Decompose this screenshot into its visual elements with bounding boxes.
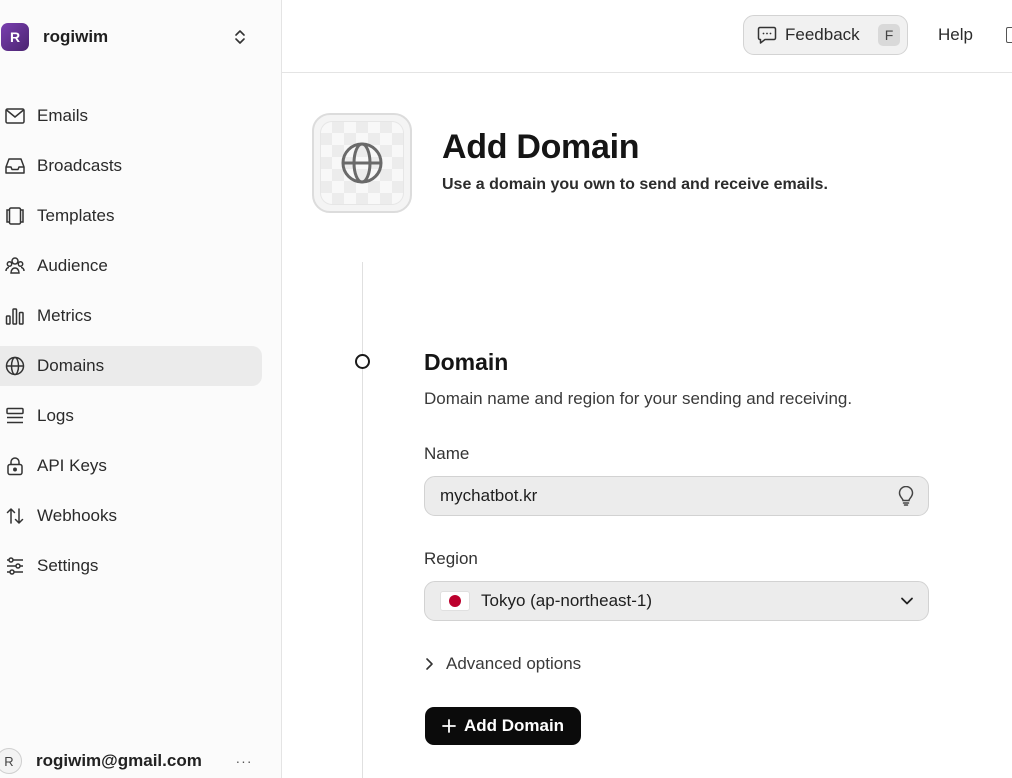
sidebar-item-label: API Keys bbox=[37, 456, 107, 475]
help-link[interactable]: Help bbox=[938, 25, 973, 45]
inbox-icon bbox=[4, 155, 26, 177]
team-avatar: R bbox=[1, 23, 29, 51]
sidebar-item-label: Settings bbox=[37, 556, 99, 575]
sidebar-item-label: Metrics bbox=[37, 306, 92, 325]
arrows-updown-icon bbox=[4, 505, 26, 527]
add-domain-button[interactable]: Add Domain bbox=[425, 707, 581, 745]
sidebar-item-label: Logs bbox=[37, 406, 74, 425]
sidebar-item-emails[interactable]: Emails bbox=[0, 96, 262, 136]
lock-icon bbox=[4, 455, 26, 477]
team-switcher[interactable]: R rogiwim bbox=[0, 18, 262, 56]
region-label: Region bbox=[424, 549, 478, 568]
chevron-down-icon bbox=[900, 596, 914, 606]
more-options-icon[interactable]: ··· bbox=[232, 753, 256, 769]
feedback-button[interactable]: Feedback F bbox=[743, 15, 908, 55]
domain-hero-icon bbox=[312, 113, 412, 213]
bar-chart-icon bbox=[4, 305, 26, 327]
sidebar-item-webhooks[interactable]: Webhooks bbox=[0, 496, 262, 536]
message-icon bbox=[757, 26, 777, 44]
feedback-label: Feedback bbox=[785, 25, 860, 44]
sliders-icon bbox=[4, 555, 26, 577]
sidebar-item-metrics[interactable]: Metrics bbox=[0, 296, 262, 336]
chevron-updown-icon[interactable] bbox=[228, 25, 252, 49]
shortcut-badge: F bbox=[878, 24, 900, 46]
logs-icon bbox=[4, 405, 26, 427]
region-value: Tokyo (ap-northeast-1) bbox=[481, 591, 653, 610]
globe-icon bbox=[320, 121, 404, 205]
page-title: Add Domain bbox=[442, 128, 640, 166]
users-icon bbox=[4, 255, 26, 277]
page-subtitle: Use a domain you own to send and receive… bbox=[442, 176, 828, 193]
top-bar: Feedback F Help bbox=[282, 0, 1012, 73]
sidebar-item-logs[interactable]: Logs bbox=[0, 396, 262, 436]
sidebar-item-label: Broadcasts bbox=[37, 156, 123, 175]
step-timeline bbox=[362, 262, 363, 778]
step-indicator bbox=[355, 354, 370, 369]
globe-icon bbox=[4, 355, 26, 377]
lightbulb-icon[interactable] bbox=[898, 486, 914, 506]
add-domain-label: Add Domain bbox=[463, 716, 565, 735]
domain-name-field bbox=[424, 476, 929, 516]
chevron-right-icon bbox=[424, 657, 434, 671]
user-menu[interactable]: R rogiwim@gmail.com ··· bbox=[0, 744, 262, 778]
name-label: Name bbox=[424, 444, 470, 463]
sidebar-item-templates[interactable]: Templates bbox=[0, 196, 262, 236]
sidebar-item-label: Domains bbox=[37, 356, 105, 375]
mail-icon bbox=[4, 105, 26, 127]
sidebar-item-audience[interactable]: Audience bbox=[0, 246, 262, 286]
docs-icon[interactable] bbox=[1006, 27, 1012, 43]
domain-name-input[interactable] bbox=[440, 486, 898, 506]
sidebar-item-label: Emails bbox=[37, 106, 89, 125]
avatar: R bbox=[0, 748, 22, 774]
japan-flag-icon bbox=[440, 591, 470, 611]
sidebar-item-domains[interactable]: Domains bbox=[0, 346, 262, 386]
advanced-options-toggle[interactable]: Advanced options bbox=[424, 652, 581, 676]
sidebar-nav: Emails Broadcasts Templates Audience Met… bbox=[0, 96, 262, 596]
sidebar-item-label: Audience bbox=[37, 256, 108, 275]
section-title: Domain bbox=[424, 349, 509, 375]
team-name: rogiwim bbox=[43, 27, 109, 46]
plus-icon bbox=[442, 719, 456, 733]
sidebar-item-broadcasts[interactable]: Broadcasts bbox=[0, 146, 262, 186]
sidebar-item-api-keys[interactable]: API Keys bbox=[0, 446, 262, 486]
section-description: Domain name and region for your sending … bbox=[424, 389, 853, 408]
templates-icon bbox=[4, 205, 26, 227]
region-select[interactable]: Tokyo (ap-northeast-1) bbox=[424, 581, 929, 621]
sidebar-item-label: Webhooks bbox=[37, 506, 118, 525]
sidebar-item-label: Templates bbox=[37, 206, 115, 225]
sidebar: R rogiwim Emails Broadcasts Templates Au… bbox=[0, 0, 282, 778]
user-email: rogiwim@gmail.com bbox=[36, 751, 202, 770]
advanced-options-label: Advanced options bbox=[446, 654, 582, 673]
sidebar-item-settings[interactable]: Settings bbox=[0, 546, 262, 586]
